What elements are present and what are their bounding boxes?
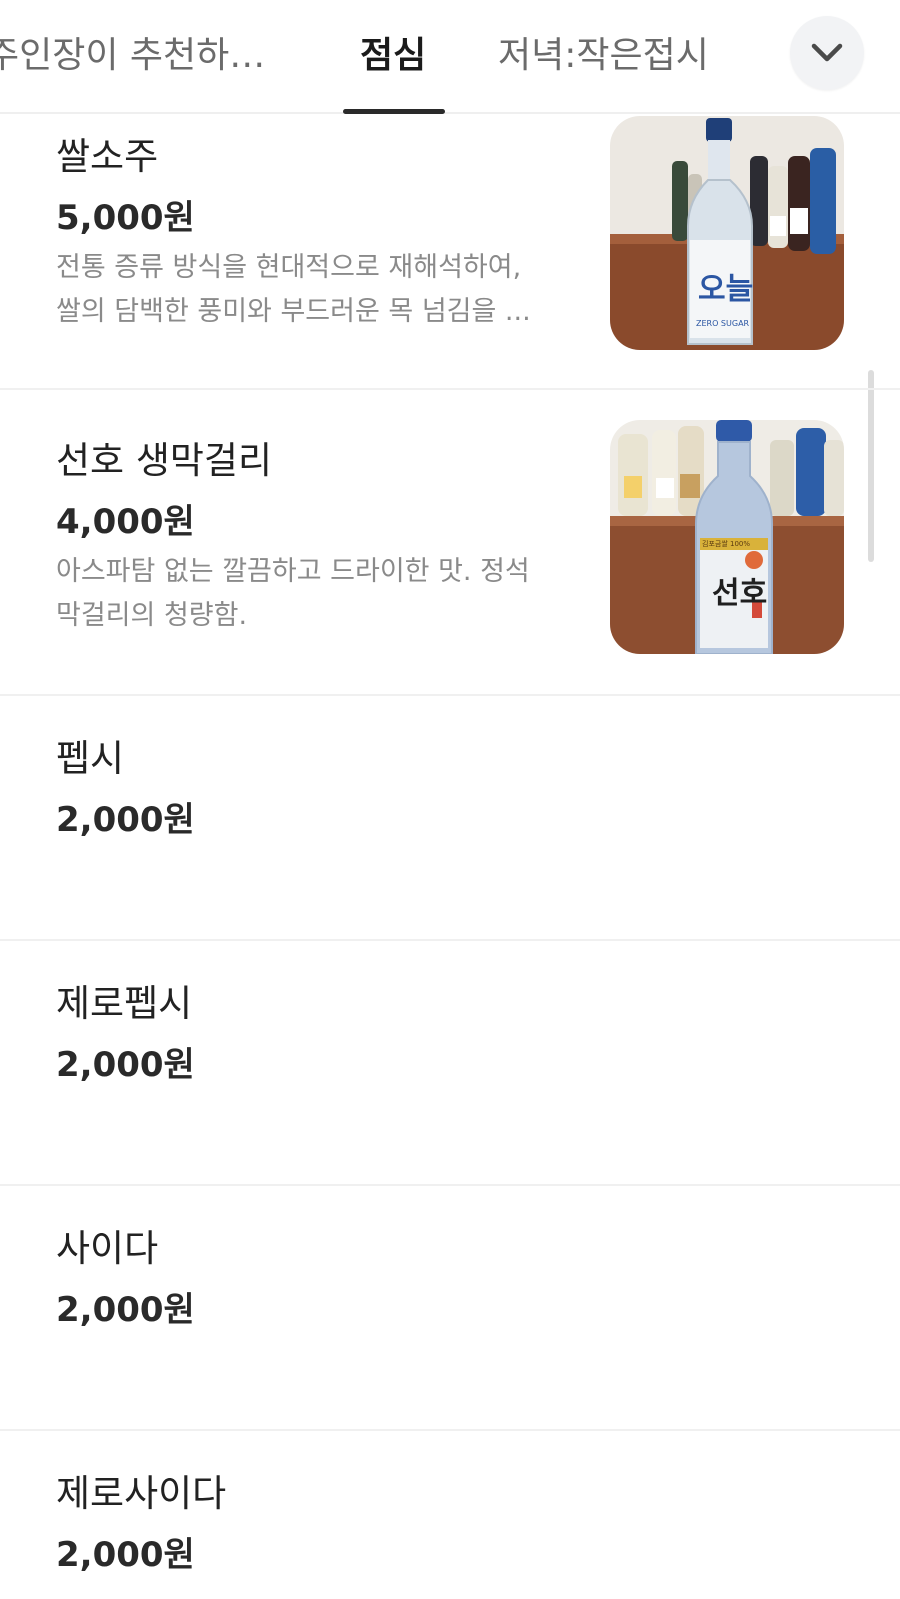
menu-item-price: 2,000원 (56, 800, 195, 840)
description-line: 막걸리의 청량함. (56, 600, 248, 631)
menu-item[interactable]: 쌀소주 5,000원 전통 증류 방식을 현대적으로 재해석하여, 쌀의 담백한… (0, 114, 900, 390)
menu-item-name: 제로펩시 (56, 982, 193, 1025)
menu-item[interactable]: 제로펩시 2,000원 (0, 941, 900, 1186)
menu-item-price: 4,000원 (56, 502, 195, 542)
bottle-label-text: 선호 (712, 576, 768, 611)
chevron-down-icon (811, 43, 843, 62)
menu-item-name: 쌀소주 (56, 135, 159, 178)
menu-item[interactable]: 사이다 2,000원 (0, 1186, 900, 1431)
menu-item[interactable]: 선호 생막걸리 4,000원 아스파탐 없는 깔끔하고 드라이한 맛. 정석 막… (0, 390, 900, 696)
category-tab-bar: 주인장이 추천하는 ... 점심 저녁:작은접시 (0, 0, 900, 114)
menu-item-name: 제로사이다 (56, 1472, 227, 1515)
menu-item[interactable]: 펩시 2,000원 (0, 696, 900, 941)
tab-lunch[interactable]: 점심 (360, 26, 426, 78)
bottle-caption-text: ZERO SUGAR (696, 319, 750, 328)
menu-item-image: 오늘 ZERO SUGAR (610, 116, 844, 350)
more-categories-button[interactable] (790, 16, 864, 90)
description-line: 전통 증류 방식을 현대적으로 재해석하여, (56, 252, 522, 283)
bottle-label-text: 오늘 (698, 272, 754, 307)
menu-item-name: 사이다 (56, 1227, 159, 1270)
menu-item-description: 전통 증류 방식을 현대적으로 재해석하여, 쌀의 담백한 풍미와 부드러운 목… (56, 246, 546, 334)
description-line: 쌀의 담백한 풍미와 부드러운 목 넘김을 ... (56, 296, 531, 327)
menu-item[interactable]: 제로사이다 2,000원 (0, 1431, 900, 1599)
menu-item-price: 5,000원 (56, 198, 195, 238)
menu-item-price: 2,000원 (56, 1045, 195, 1085)
tab-dinner-small-plates[interactable]: 저녁:작은접시 (498, 26, 709, 78)
menu-item-price: 2,000원 (56, 1535, 195, 1575)
description-line: 아스파탐 없는 깔끔하고 드라이한 맛. 정석 (56, 556, 530, 587)
bottle-caption-text: 김포금쌀 100% (702, 540, 750, 548)
menu-item-description: 아스파탐 없는 깔끔하고 드라이한 맛. 정석 막걸리의 청량함. (56, 550, 546, 638)
menu-item-price: 2,000원 (56, 1290, 195, 1330)
menu-item-name: 펩시 (56, 737, 125, 780)
menu-item-name: 선호 생막걸리 (56, 439, 273, 482)
menu-item-image: 선호 김포금쌀 100% (610, 420, 844, 654)
tab-owner-recommendation[interactable]: 주인장이 추천하는 ... (0, 26, 296, 78)
